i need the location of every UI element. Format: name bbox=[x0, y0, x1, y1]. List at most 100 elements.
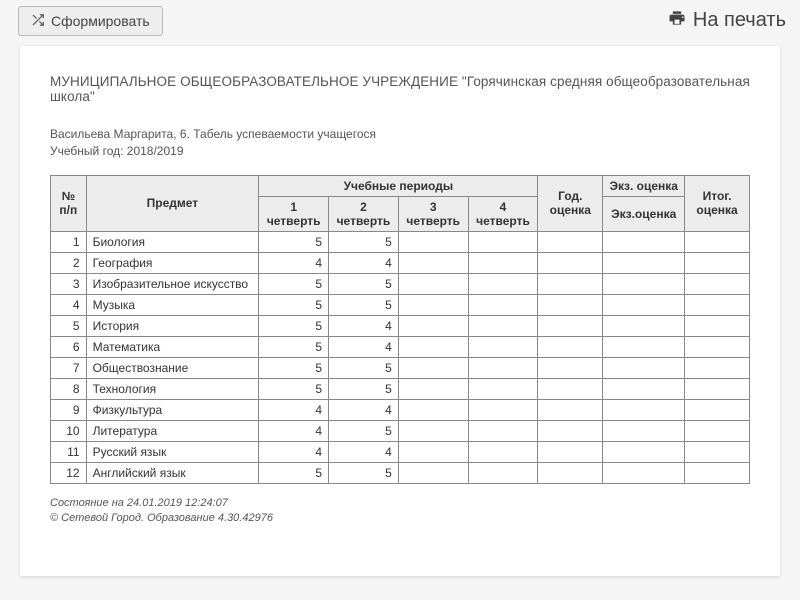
col-final: Итог. оценка bbox=[685, 175, 750, 231]
cell-subject: География bbox=[86, 252, 259, 273]
cell-q2: 4 bbox=[329, 399, 399, 420]
cell-q4 bbox=[468, 357, 538, 378]
cell-final bbox=[685, 441, 750, 462]
col-exam-group: Экз. оценка bbox=[603, 175, 685, 196]
cell-year bbox=[538, 420, 603, 441]
table-row: 2География44 bbox=[51, 252, 750, 273]
status-line: Состояние на 24.01.2019 12:24:07 bbox=[50, 496, 750, 511]
cell-q4 bbox=[468, 273, 538, 294]
cell-subject: Биология bbox=[86, 231, 259, 252]
copyright-line: © Сетевой Город. Образование 4.30.42976 bbox=[50, 511, 750, 526]
cell-subject: Изобразительное искусство bbox=[86, 273, 259, 294]
cell-exam bbox=[603, 462, 685, 483]
cell-subject: Русский язык bbox=[86, 441, 259, 462]
cell-q2: 5 bbox=[329, 420, 399, 441]
cell-subject: Физкультура bbox=[86, 399, 259, 420]
cell-q2: 5 bbox=[329, 294, 399, 315]
print-button[interactable]: На печать bbox=[667, 6, 786, 34]
cell-exam bbox=[603, 336, 685, 357]
cell-exam bbox=[603, 378, 685, 399]
cell-final bbox=[685, 252, 750, 273]
cell-final bbox=[685, 315, 750, 336]
report-page: МУНИЦИПАЛЬНОЕ ОБЩЕОБРАЗОВАТЕЛЬНОЕ УЧРЕЖД… bbox=[20, 46, 780, 576]
cell-q3 bbox=[398, 399, 468, 420]
table-row: 10Литература45 bbox=[51, 420, 750, 441]
cell-subject: Английский язык bbox=[86, 462, 259, 483]
cell-q3 bbox=[398, 441, 468, 462]
cell-subject: Обществознание bbox=[86, 357, 259, 378]
cell-final bbox=[685, 294, 750, 315]
cell-q4 bbox=[468, 252, 538, 273]
grades-table: № п/п Предмет Учебные периоды Год. оценк… bbox=[50, 175, 750, 484]
cell-n: 3 bbox=[51, 273, 87, 294]
cell-year bbox=[538, 315, 603, 336]
toolbar: Сформировать На печать bbox=[0, 0, 800, 40]
col-exam: Экз.оценка bbox=[603, 196, 685, 231]
cell-q1: 4 bbox=[259, 399, 329, 420]
cell-n: 4 bbox=[51, 294, 87, 315]
col-q2: 2 четверть bbox=[329, 196, 399, 231]
cell-q4 bbox=[468, 420, 538, 441]
table-row: 9Физкультура44 bbox=[51, 399, 750, 420]
cell-q4 bbox=[468, 315, 538, 336]
generate-button[interactable]: Сформировать bbox=[18, 6, 163, 36]
col-periods: Учебные периоды bbox=[259, 175, 538, 196]
cell-n: 5 bbox=[51, 315, 87, 336]
cell-q3 bbox=[398, 357, 468, 378]
org-prefix: МУНИЦИПАЛЬНОЕ ОБЩЕОБРАЗОВАТЕЛЬНОЕ УЧРЕЖД… bbox=[50, 74, 458, 89]
cell-exam bbox=[603, 420, 685, 441]
cell-q3 bbox=[398, 462, 468, 483]
cell-exam bbox=[603, 252, 685, 273]
cell-q1: 4 bbox=[259, 420, 329, 441]
cell-q4 bbox=[468, 231, 538, 252]
cell-n: 12 bbox=[51, 462, 87, 483]
cell-q1: 5 bbox=[259, 462, 329, 483]
print-button-label: На печать bbox=[693, 9, 786, 32]
cell-n: 9 bbox=[51, 399, 87, 420]
cell-q1: 5 bbox=[259, 357, 329, 378]
cell-final bbox=[685, 399, 750, 420]
cell-n: 6 bbox=[51, 336, 87, 357]
col-subject: Предмет bbox=[86, 175, 259, 231]
table-row: 5История54 bbox=[51, 315, 750, 336]
table-row: 7Обществознание55 bbox=[51, 357, 750, 378]
cell-final bbox=[685, 357, 750, 378]
printer-icon bbox=[667, 8, 687, 32]
cell-q2: 4 bbox=[329, 441, 399, 462]
col-q1: 1 четверть bbox=[259, 196, 329, 231]
cell-q4 bbox=[468, 462, 538, 483]
cell-q3 bbox=[398, 294, 468, 315]
cell-q2: 4 bbox=[329, 336, 399, 357]
cell-q2: 4 bbox=[329, 315, 399, 336]
cell-q1: 5 bbox=[259, 315, 329, 336]
cell-q4 bbox=[468, 441, 538, 462]
cell-subject: Технология bbox=[86, 378, 259, 399]
cell-year bbox=[538, 378, 603, 399]
cell-year bbox=[538, 441, 603, 462]
cell-q1: 5 bbox=[259, 294, 329, 315]
year-line: Учебный год: 2018/2019 bbox=[50, 143, 750, 160]
cell-exam bbox=[603, 231, 685, 252]
cell-q2: 5 bbox=[329, 462, 399, 483]
cell-n: 10 bbox=[51, 420, 87, 441]
cell-q2: 5 bbox=[329, 357, 399, 378]
cell-year bbox=[538, 252, 603, 273]
cell-q2: 5 bbox=[329, 231, 399, 252]
cell-q3 bbox=[398, 336, 468, 357]
cell-exam bbox=[603, 399, 685, 420]
cell-final bbox=[685, 336, 750, 357]
cell-n: 1 bbox=[51, 231, 87, 252]
cell-q3 bbox=[398, 315, 468, 336]
cell-q3 bbox=[398, 378, 468, 399]
cell-subject: Литература bbox=[86, 420, 259, 441]
cell-q2: 5 bbox=[329, 273, 399, 294]
cell-n: 2 bbox=[51, 252, 87, 273]
cell-q1: 5 bbox=[259, 336, 329, 357]
table-row: 12Английский язык55 bbox=[51, 462, 750, 483]
cell-year bbox=[538, 462, 603, 483]
cell-year bbox=[538, 399, 603, 420]
cell-q1: 5 bbox=[259, 231, 329, 252]
cell-year bbox=[538, 357, 603, 378]
cell-exam bbox=[603, 315, 685, 336]
cell-q4 bbox=[468, 399, 538, 420]
